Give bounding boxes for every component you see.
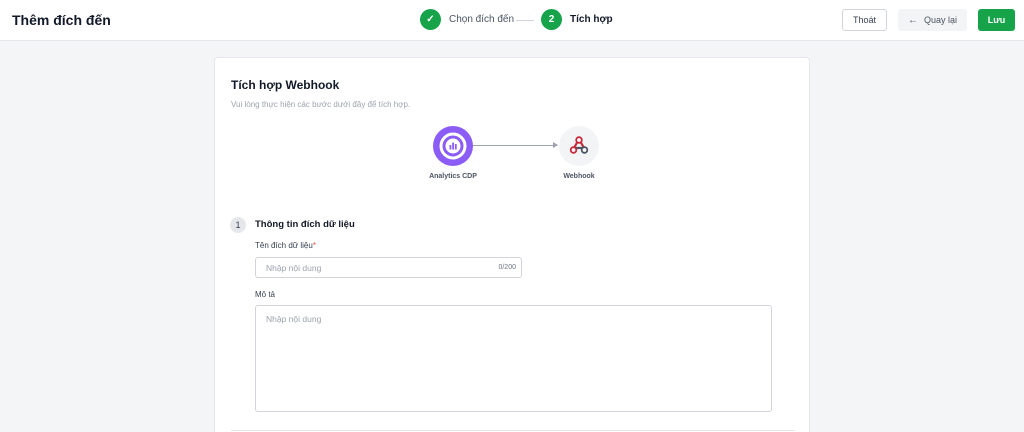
page-title: Thêm đích đến — [12, 12, 111, 28]
description-field-label: Mô tả — [255, 290, 276, 299]
integration-card: Tích hợp Webhook Vui lòng thực hiện các … — [214, 57, 810, 432]
flow-arrow-head — [553, 142, 558, 148]
step-label: Chọn đích đến — [449, 14, 515, 25]
source-label: Analytics CDP — [429, 173, 477, 180]
back-button-label: Quay lại — [923, 15, 958, 25]
check-icon: ✓ — [420, 9, 441, 30]
description-placeholder: Nhập nội dung — [266, 314, 322, 324]
description-textarea[interactable]: Nhập nội dung — [255, 305, 772, 412]
step-label: Tích hợp — [570, 14, 613, 25]
back-button[interactable]: ← Quay lại — [898, 9, 967, 31]
step-choose-destination: ✓ Chọn đích đến — [420, 9, 514, 30]
step-connector — [516, 20, 534, 21]
required-mark: * — [312, 241, 316, 250]
section-title: Thông tin đích dữ liệu — [255, 219, 355, 230]
name-field-label: Tên đích dữ liệu* — [255, 241, 316, 250]
webhook-icon — [559, 126, 599, 166]
name-placeholder: Nhập nội dung — [266, 263, 322, 273]
top-bar: Thêm đích đến ✓ Chọn đích đến 2 Tích hợp… — [0, 0, 1024, 41]
arrow-left-icon: ← — [907, 14, 918, 26]
analytics-cdp-logo-icon — [433, 126, 473, 166]
card-subtitle: Vui lòng thực hiện các bước dưới đây để … — [231, 100, 411, 109]
name-label-text: Tên đích dữ liệu — [255, 241, 313, 250]
save-button[interactable]: Lưu — [978, 9, 1015, 31]
section-number: 1 — [230, 217, 246, 233]
card-title: Tích hợp Webhook — [231, 78, 340, 92]
step-number: 2 — [541, 9, 562, 30]
destination-name-input[interactable]: Nhập nội dung 0/200 — [255, 257, 522, 278]
divider — [231, 430, 795, 431]
step-integration: 2 Tích hợp — [541, 9, 613, 30]
char-counter: 0/200 — [498, 264, 516, 271]
flow-arrow — [473, 145, 557, 146]
destination-label: Webhook — [563, 173, 595, 180]
exit-button[interactable]: Thoát — [842, 9, 887, 31]
